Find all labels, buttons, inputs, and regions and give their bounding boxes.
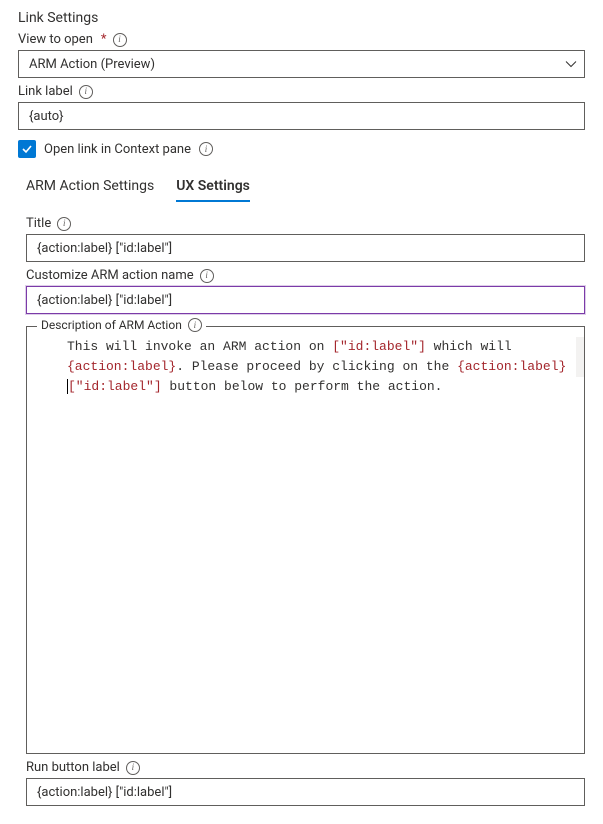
description-text[interactable]: This will invoke an ARM action on ["id:l…	[27, 327, 584, 753]
label-text: Run button label	[26, 760, 120, 775]
customize-name-input[interactable]	[26, 286, 585, 314]
open-context-checkbox-row[interactable]: Open link in Context pane i	[18, 140, 585, 158]
required-asterisk: *	[101, 32, 107, 47]
info-icon[interactable]: i	[188, 318, 202, 332]
info-icon[interactable]: i	[126, 761, 140, 775]
tab-arm-action-settings[interactable]: ARM Action Settings	[26, 172, 154, 202]
info-icon[interactable]: i	[79, 85, 93, 99]
info-icon[interactable]: i	[200, 269, 214, 283]
customize-name-label: Customize ARM action name i	[26, 268, 585, 283]
run-button-label-input[interactable]	[26, 778, 585, 806]
link-label-input[interactable]	[18, 102, 585, 130]
title-label: Title i	[26, 216, 585, 231]
label-text: Link label	[18, 84, 73, 99]
view-to-open-label: View to open * i	[18, 32, 585, 47]
select-value[interactable]: ARM Action (Preview)	[18, 50, 585, 78]
open-context-label: Open link in Context pane	[44, 142, 191, 157]
label-text: Customize ARM action name	[26, 268, 194, 283]
scrollbar[interactable]	[576, 337, 584, 377]
panel-heading: Link Settings	[18, 10, 585, 26]
info-icon[interactable]: i	[113, 33, 127, 47]
info-icon[interactable]: i	[199, 142, 213, 156]
link-label-label: Link label i	[18, 84, 585, 99]
open-context-checkbox[interactable]	[18, 140, 36, 158]
label-text: View to open	[18, 32, 93, 47]
checkmark-icon	[21, 143, 33, 155]
label-text: Title	[26, 216, 51, 231]
info-icon[interactable]: i	[57, 217, 71, 231]
title-input[interactable]	[26, 234, 585, 262]
view-to-open-select[interactable]: ARM Action (Preview)	[18, 50, 585, 78]
label-text: Description of ARM Action	[41, 318, 182, 332]
tab-ux-settings[interactable]: UX Settings	[176, 172, 250, 202]
description-label: Description of ARM Action i	[37, 318, 206, 332]
run-button-label-label: Run button label i	[26, 760, 585, 775]
description-editor[interactable]: Description of ARM Action i This will in…	[26, 326, 585, 754]
tabs: ARM Action Settings UX Settings	[18, 172, 585, 202]
